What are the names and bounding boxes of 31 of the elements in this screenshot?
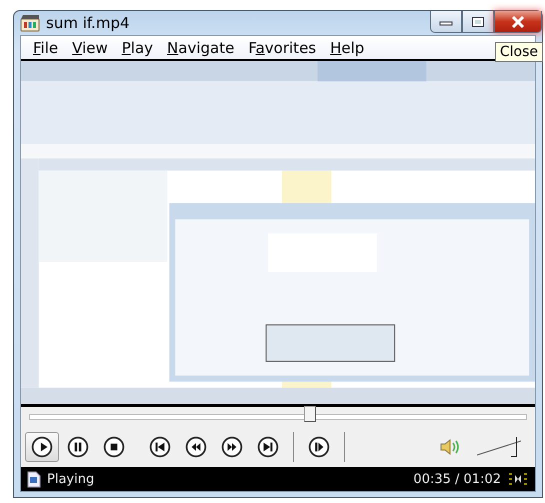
play-button[interactable] [25, 432, 59, 462]
rewind-icon [185, 436, 207, 458]
menu-item[interactable]: Favorites [242, 38, 322, 56]
document-icon [27, 470, 41, 488]
maximize-icon [471, 16, 485, 28]
tooltip: Close [494, 42, 543, 62]
next-icon [257, 436, 279, 458]
minimize-button[interactable] [430, 11, 462, 33]
menu-item[interactable]: Navigate [161, 38, 240, 56]
menu-item[interactable]: Help [324, 38, 370, 56]
volume-handle[interactable] [510, 437, 517, 457]
forward-icon [221, 436, 243, 458]
volume-slider[interactable] [477, 435, 521, 459]
menu-item[interactable]: Play [116, 38, 160, 56]
stop-icon [103, 436, 125, 458]
time-counter: 00:35 / 01:02 [413, 472, 501, 486]
window-title: sum if.mp4 [46, 14, 131, 32]
audio-mode-icon [507, 472, 529, 486]
seek-handle[interactable] [304, 406, 316, 422]
pause-icon [67, 436, 89, 458]
menu-item[interactable]: View [66, 38, 114, 56]
speaker-icon[interactable] [439, 437, 461, 457]
menu-item[interactable]: File [27, 38, 64, 56]
play-icon [31, 436, 53, 458]
playback-state: Playing [47, 472, 94, 486]
close-button[interactable] [494, 11, 542, 33]
previous-icon [149, 436, 171, 458]
film-clapper-icon [20, 14, 40, 32]
maximize-button[interactable] [462, 11, 494, 33]
close-icon [511, 16, 525, 28]
frame-step-icon [308, 436, 330, 458]
